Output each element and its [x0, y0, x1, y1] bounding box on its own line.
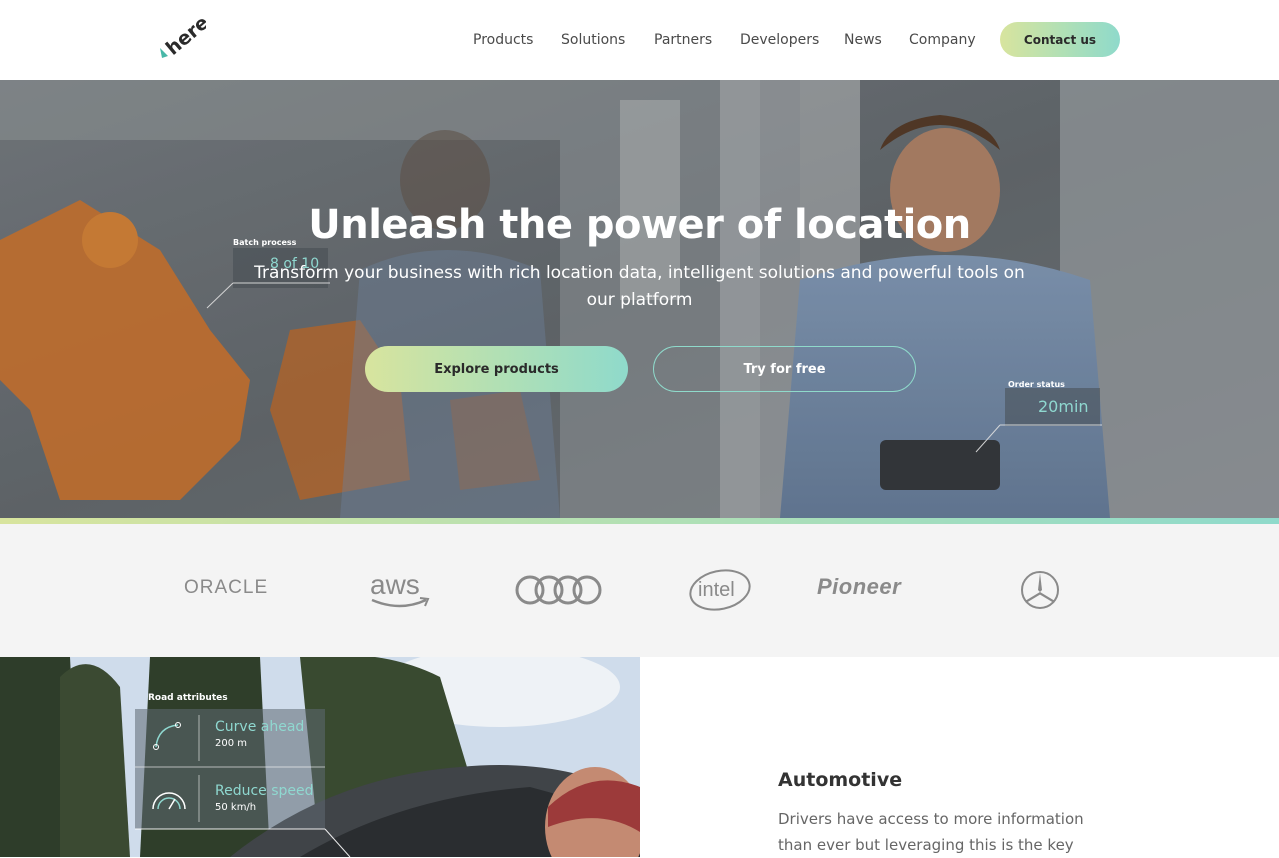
hero-subtitle: Transform your business with rich locati…	[254, 263, 1025, 310]
convertible-photo	[0, 657, 640, 857]
nav-products[interactable]: Products	[473, 29, 533, 51]
contact-us-button[interactable]: Contact us	[1000, 22, 1120, 57]
nav-news[interactable]: News	[844, 29, 882, 51]
aws-logo: aws	[370, 569, 430, 608]
audi-logo	[515, 575, 602, 605]
road-attributes-heading: Road attributes	[148, 693, 228, 703]
reduce-speed-title: Reduce speed	[215, 783, 314, 799]
svg-text:here: here	[162, 16, 206, 60]
nav-solutions[interactable]: Solutions	[561, 29, 625, 51]
automotive-title: Automotive	[778, 769, 903, 791]
explore-products-button[interactable]: Explore products	[365, 346, 628, 392]
nav-developers[interactable]: Developers	[740, 29, 819, 51]
hero-title: Unleash the power of location	[308, 202, 971, 248]
site-header: here Products Solutions Partners Develop…	[0, 0, 1279, 80]
intel-logo: intel	[689, 569, 751, 611]
partner-logos: ORACLE aws intel Pioneer	[0, 524, 1279, 657]
pioneer-logo: Pioneer	[817, 574, 902, 599]
mercedes-logo	[1021, 571, 1059, 609]
curve-ahead-title: Curve ahead	[215, 719, 305, 735]
speedometer-icon	[152, 792, 186, 810]
automotive-image: Road attributes Curve ahead 200 m Reduce…	[0, 657, 640, 857]
svg-text:intel: intel	[698, 579, 735, 601]
try-for-free-button[interactable]: Try for free	[653, 346, 916, 392]
curve-icon	[153, 722, 181, 750]
nav-partners[interactable]: Partners	[654, 29, 712, 51]
hero-section: Batch process 8 of 10 Order status 20min…	[0, 80, 1279, 518]
reduce-speed-detail: 50 km/h	[215, 802, 257, 813]
nav-company[interactable]: Company	[909, 29, 976, 51]
here-logo[interactable]: here	[158, 16, 206, 62]
order-status-value: 20min	[1038, 397, 1089, 416]
order-status-label: Order status	[1008, 380, 1065, 389]
oracle-logo: ORACLE	[184, 577, 269, 598]
curve-ahead-detail: 200 m	[215, 738, 248, 749]
automotive-description: Drivers have access to more information …	[778, 810, 1084, 854]
svg-text:aws: aws	[370, 569, 420, 600]
